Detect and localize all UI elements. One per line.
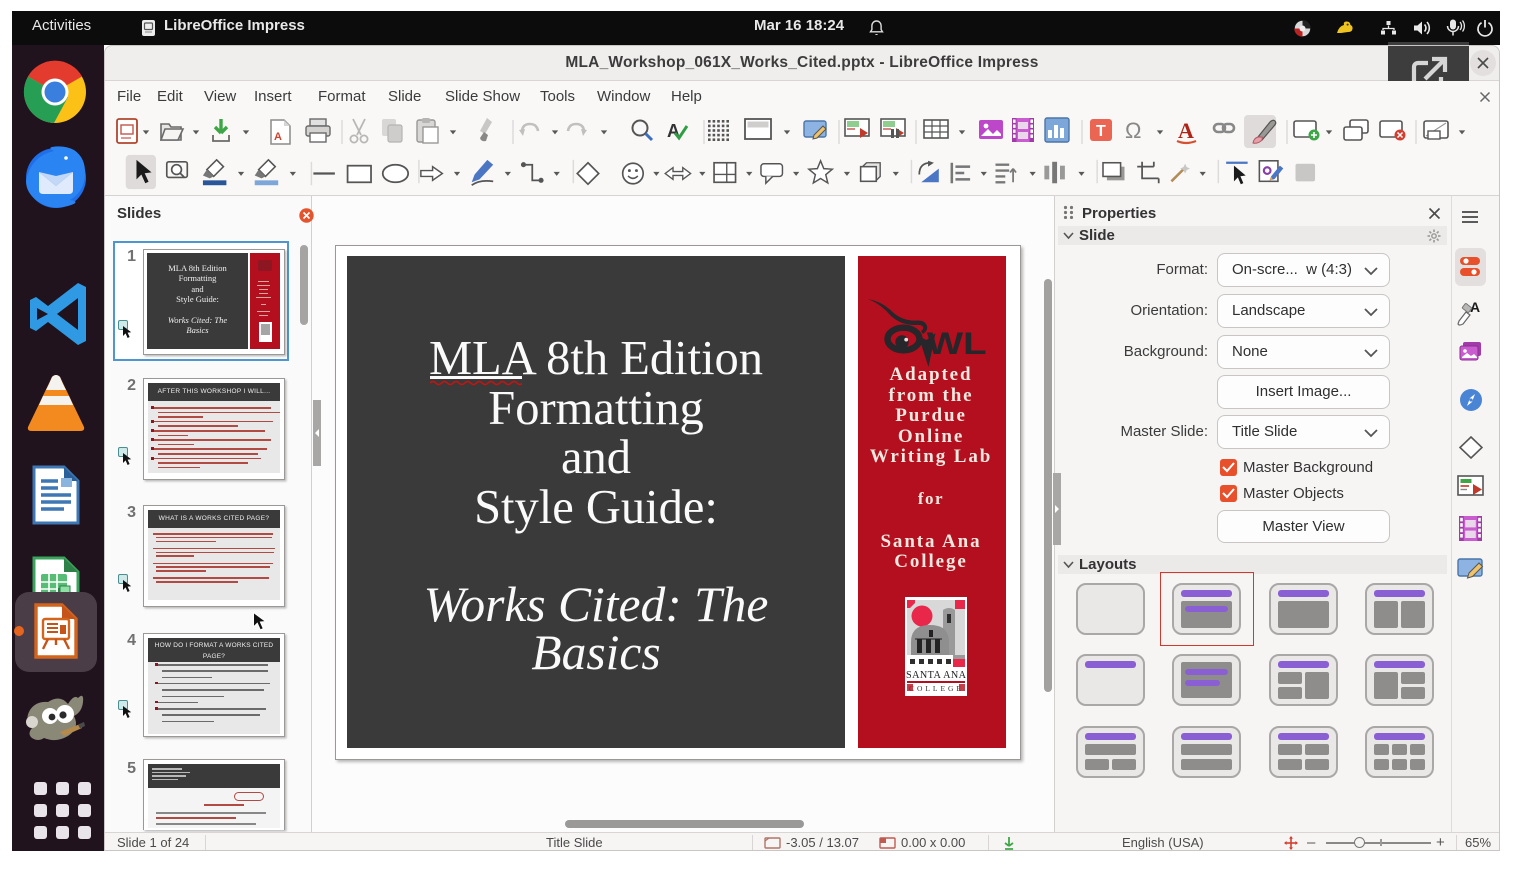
svg-text:WL: WL (927, 326, 987, 361)
svg-text:T: T (1096, 123, 1106, 140)
svg-text:Ω: Ω (1125, 118, 1141, 143)
svg-text:A: A (1470, 299, 1480, 315)
svg-text:COLLEGE: COLLEGE (909, 684, 963, 693)
svg-text:SANTA ANA: SANTA ANA (906, 670, 967, 681)
svg-text:A: A (274, 131, 282, 143)
svg-text:A: A (1178, 118, 1194, 143)
